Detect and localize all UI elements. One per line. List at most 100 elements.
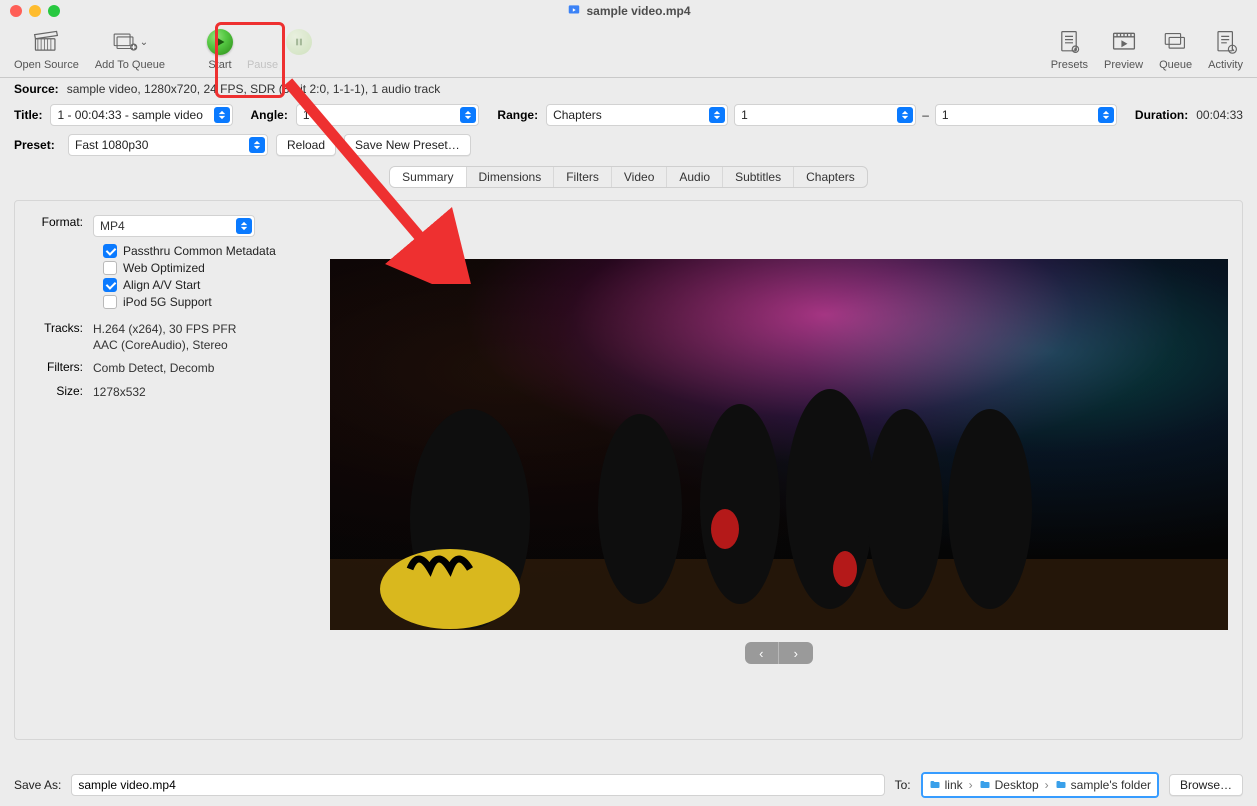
range-from-select[interactable]: 1 [734, 104, 916, 126]
select-arrows-icon [1098, 107, 1114, 123]
pause-button [284, 28, 314, 56]
preview-pager: ‹ › [745, 642, 813, 664]
film-clapper-icon [33, 28, 59, 56]
filters-label: Filters: [25, 360, 93, 376]
save-as-label: Save As: [14, 778, 61, 792]
passthru-metadata-label: Passthru Common Metadata [123, 244, 276, 258]
queue-button[interactable]: Queue [1151, 22, 1200, 71]
tab-video[interactable]: Video [612, 167, 667, 187]
preview-label: Preview [1104, 60, 1143, 71]
angle-value: 1 [303, 108, 310, 122]
range-to-value: 1 [942, 108, 949, 122]
range-label: Range: [497, 108, 538, 122]
main-toolbar: Open Source ⌄ Add To Queue Start Pause P… [0, 22, 1257, 78]
reload-preset-button[interactable]: Reload [276, 134, 336, 156]
web-optimized-label: Web Optimized [123, 261, 205, 275]
pause-icon [286, 29, 312, 55]
folder-icon [979, 779, 991, 791]
window-titlebar: sample video.mp4 [0, 0, 1257, 22]
summary-panel: Format: MP4 Passthru Common Metadata Web… [14, 200, 1243, 740]
format-label: Format: [25, 215, 93, 237]
range-type-value: Chapters [553, 108, 602, 122]
preset-select[interactable]: Fast 1080p30 [68, 134, 268, 156]
tab-subtitles[interactable]: Subtitles [723, 167, 794, 187]
breadcrumb-text: link [945, 778, 963, 792]
filters-value: Comb Detect, Decomb [93, 360, 315, 376]
queue-add-icon: ⌄ [112, 28, 148, 56]
range-to-select[interactable]: 1 [935, 104, 1117, 126]
preview-icon [1111, 28, 1137, 56]
range-from-value: 1 [741, 108, 748, 122]
minimize-window-button[interactable] [29, 5, 41, 17]
save-new-preset-button[interactable]: Save New Preset… [344, 134, 471, 156]
tracks-line2: AAC (CoreAudio), Stereo [93, 338, 228, 352]
select-arrows-icon [249, 137, 265, 153]
angle-select[interactable]: 1 [296, 104, 480, 126]
queue-icon [1163, 28, 1189, 56]
to-label: To: [895, 778, 911, 792]
select-arrows-icon [236, 218, 252, 234]
preview-button[interactable]: Preview [1096, 22, 1151, 71]
pause-button-label-col: Pause [239, 22, 286, 71]
breadcrumb-text: sample's folder [1071, 778, 1151, 792]
range-separator: – [922, 108, 929, 122]
window-title: sample video.mp4 [566, 3, 690, 20]
summary-left-column: Format: MP4 Passthru Common Metadata Web… [25, 215, 315, 725]
presets-icon [1056, 28, 1082, 56]
activity-label: Activity [1208, 60, 1243, 71]
tab-chapters[interactable]: Chapters [794, 167, 867, 187]
select-arrows-icon [709, 107, 725, 123]
ipod-5g-checkbox[interactable] [103, 295, 117, 309]
title-select-value: 1 - 00:04:33 - sample video [57, 108, 202, 122]
breadcrumb-separator: › [1045, 778, 1049, 792]
browse-button[interactable]: Browse… [1169, 774, 1243, 796]
tab-filters[interactable]: Filters [554, 167, 612, 187]
destination-path-box[interactable]: link › Desktop › sample's folder [921, 772, 1159, 798]
align-av-checkbox[interactable] [103, 278, 117, 292]
passthru-metadata-checkbox[interactable] [103, 244, 117, 258]
source-value: sample video, 1280x720, 24 FPS, SDR (8-b… [67, 82, 441, 96]
tab-dimensions[interactable]: Dimensions [467, 167, 555, 187]
tab-audio[interactable]: Audio [667, 167, 723, 187]
folder-icon [1055, 779, 1067, 791]
save-as-input[interactable] [71, 774, 884, 796]
preset-row: Preset: Fast 1080p30 Reload Save New Pre… [0, 130, 1257, 160]
presets-label: Presets [1051, 60, 1088, 71]
add-to-queue-button[interactable]: ⌄ Add To Queue [87, 22, 167, 71]
pause-label: Pause [247, 60, 278, 71]
breadcrumb-separator: › [969, 778, 973, 792]
traffic-lights [0, 5, 60, 17]
activity-button[interactable]: Activity [1200, 22, 1251, 71]
document-icon [566, 3, 580, 20]
play-icon [207, 28, 233, 56]
folder-icon [929, 779, 941, 791]
source-label: Source: [14, 82, 59, 96]
web-optimized-checkbox[interactable] [103, 261, 117, 275]
align-av-label: Align A/V Start [123, 278, 200, 292]
preset-label: Preset: [14, 138, 60, 152]
close-window-button[interactable] [10, 5, 22, 17]
range-type-select[interactable]: Chapters [546, 104, 728, 126]
preset-value: Fast 1080p30 [75, 138, 148, 152]
video-preview-image [330, 259, 1228, 630]
title-select[interactable]: 1 - 00:04:33 - sample video [50, 104, 232, 126]
presets-button[interactable]: Presets [1043, 22, 1096, 71]
activity-log-icon [1213, 28, 1239, 56]
breadcrumb-text: Desktop [995, 778, 1039, 792]
format-select[interactable]: MP4 [93, 215, 255, 237]
open-source-button[interactable]: Open Source [6, 22, 87, 71]
chevron-down-icon[interactable]: ⌄ [140, 37, 148, 48]
duration-label: Duration: [1135, 108, 1188, 122]
tracks-label: Tracks: [25, 321, 93, 353]
zoom-window-button[interactable] [48, 5, 60, 17]
preview-prev-button[interactable]: ‹ [745, 642, 779, 664]
format-value: MP4 [100, 218, 125, 234]
tab-summary[interactable]: Summary [390, 167, 466, 187]
start-button[interactable]: Start [197, 22, 243, 71]
breadcrumb-segment: Desktop [979, 778, 1039, 792]
source-row: Source: sample video, 1280x720, 24 FPS, … [0, 78, 1257, 100]
preview-next-button[interactable]: › [778, 642, 813, 664]
tabs: Summary Dimensions Filters Video Audio S… [0, 166, 1257, 188]
add-to-queue-label: Add To Queue [95, 60, 165, 71]
start-label: Start [208, 60, 231, 71]
